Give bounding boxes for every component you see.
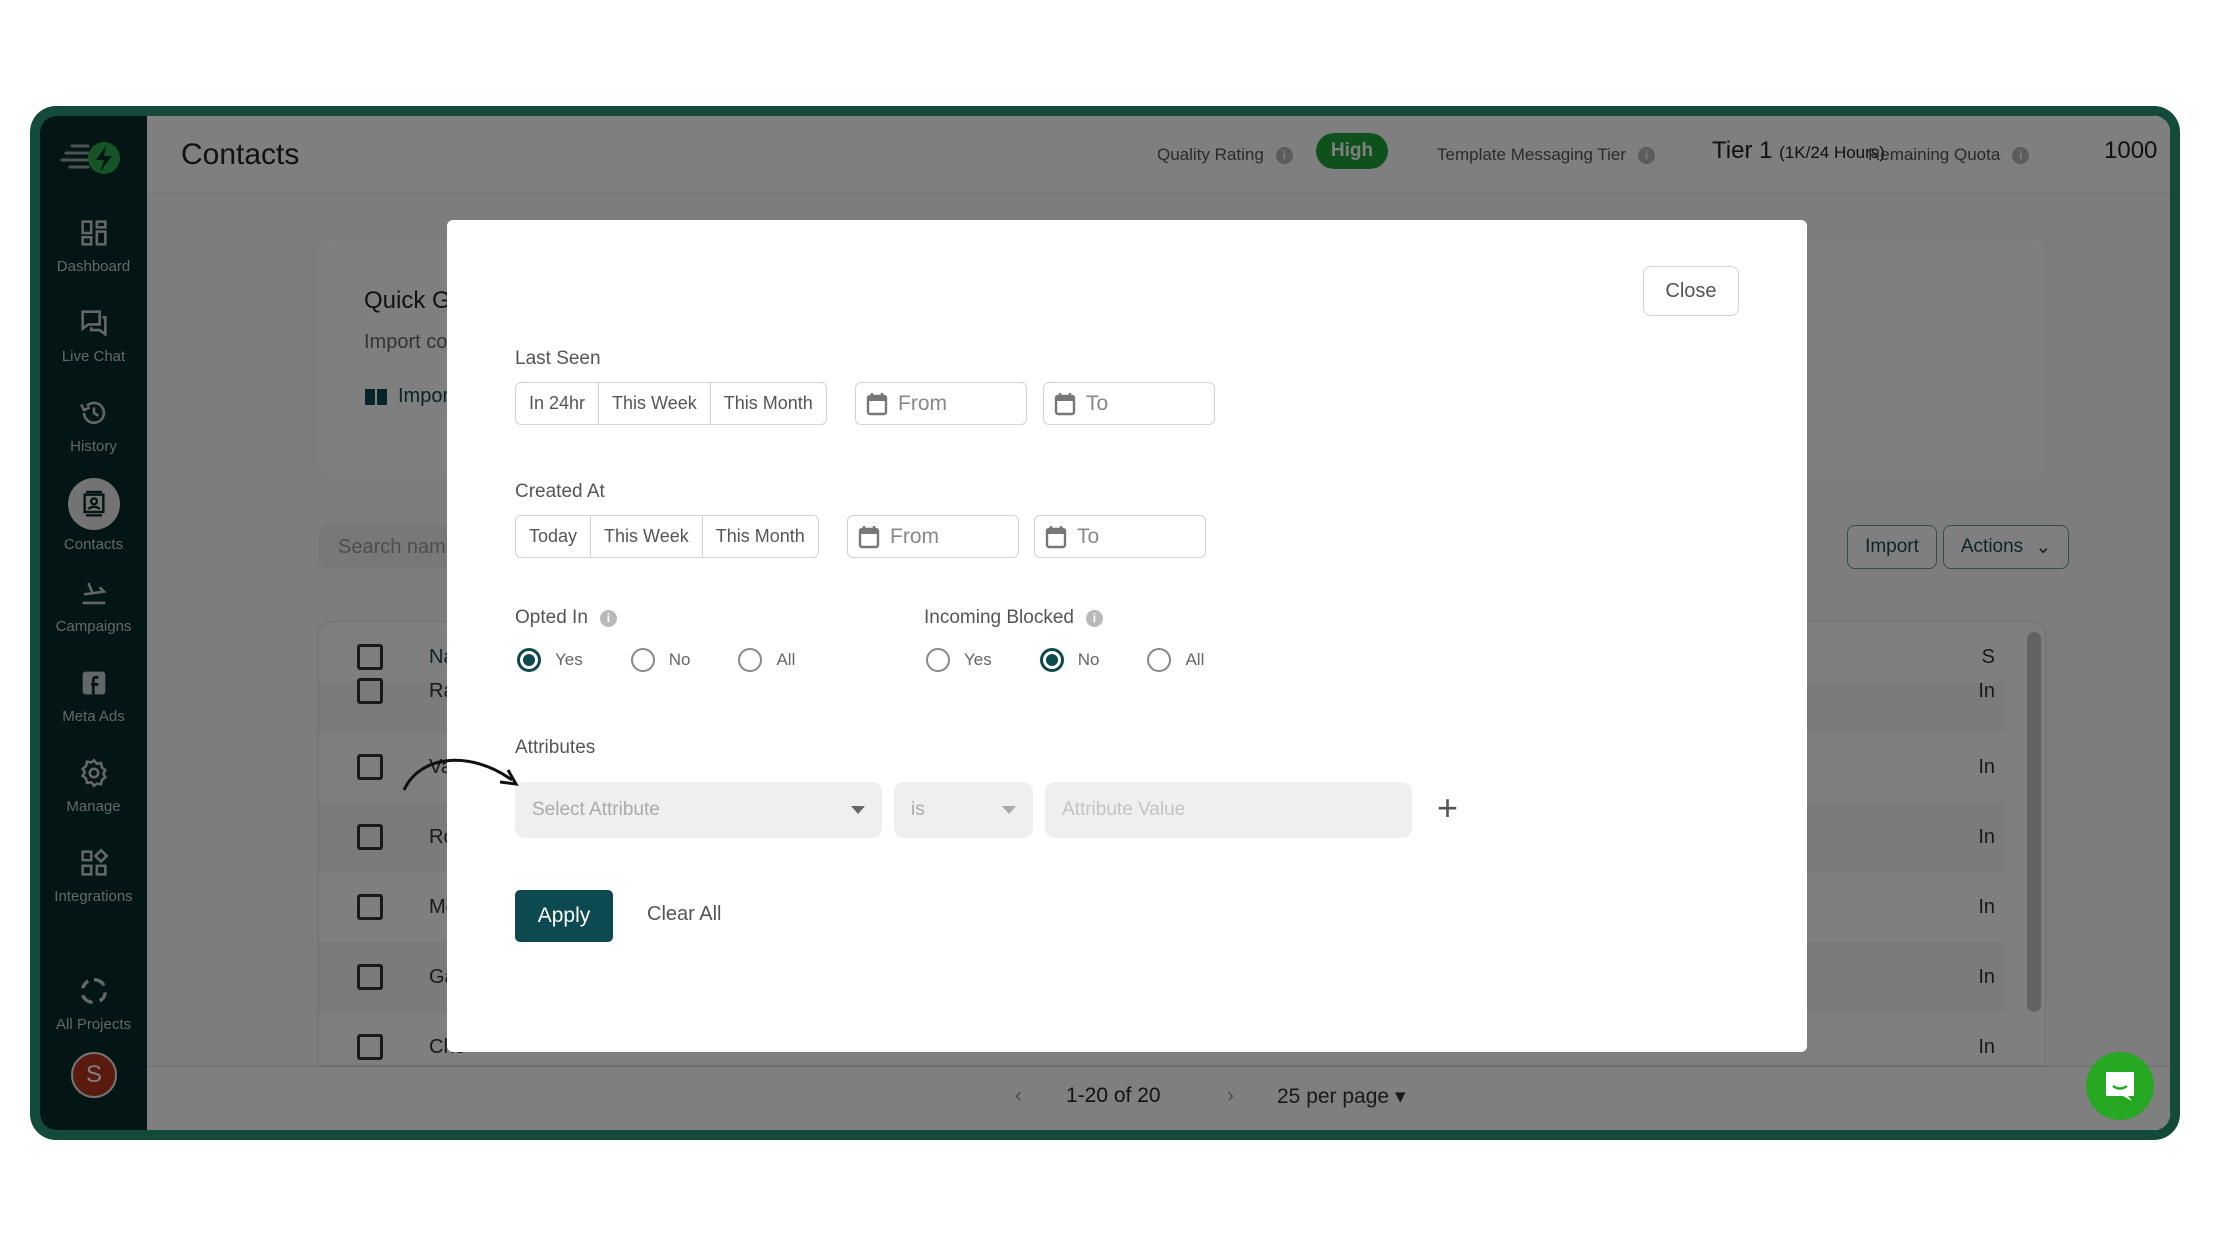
close-button[interactable]: Close [1643, 266, 1739, 316]
last-seen-label: Last Seen [515, 348, 601, 369]
chat-bubble-icon [2106, 1072, 2134, 1101]
opted-in-all-radio[interactable]: All [738, 648, 795, 672]
opted-in-radio-group: Yes No All [517, 648, 843, 672]
opted-in-text: Opted In [515, 607, 588, 628]
from-placeholder: From [898, 391, 947, 415]
calendar-icon [858, 525, 880, 548]
annotation-arrow-icon [402, 758, 519, 791]
radio-label: All [776, 650, 796, 669]
incoming-blocked-radio-group: Yes No All [926, 648, 1252, 672]
created-at-label: Created At [515, 481, 605, 502]
info-icon[interactable]: i [1085, 609, 1103, 627]
created-at-from-date[interactable]: From [847, 515, 1019, 558]
info-icon[interactable]: i [599, 609, 617, 627]
opted-in-yes-radio[interactable]: Yes [517, 648, 583, 672]
apply-button[interactable]: Apply [515, 890, 613, 942]
select-attribute-placeholder: Select Attribute [532, 799, 660, 820]
preset-this-month[interactable]: This Month [711, 383, 826, 424]
preset-this-week[interactable]: This Week [591, 516, 703, 557]
created-at-to-date[interactable]: To [1034, 515, 1206, 558]
last-seen-from-date[interactable]: From [855, 382, 1027, 425]
filter-modal: Close Last Seen In 24hr This Week This M… [447, 220, 1807, 1052]
opted-in-label: Opted In i [515, 607, 617, 629]
calendar-icon [1045, 525, 1067, 548]
incoming-blocked-no-radio[interactable]: No [1039, 648, 1100, 672]
preset-in-24hr[interactable]: In 24hr [516, 383, 600, 424]
incoming-blocked-label: Incoming Blocked i [924, 607, 1103, 629]
clear-all-button[interactable]: Clear All [647, 903, 721, 926]
opted-in-no-radio[interactable]: No [630, 648, 691, 672]
chat-launcher-button[interactable] [2086, 1052, 2154, 1120]
created-at-presets: Today This Week This Month [515, 515, 819, 558]
last-seen-presets: In 24hr This Week This Month [515, 382, 827, 425]
operator-value: is [911, 799, 925, 820]
select-attribute-dropdown[interactable]: Select Attribute [515, 782, 882, 838]
incoming-blocked-all-radio[interactable]: All [1147, 648, 1204, 672]
preset-this-month[interactable]: This Month [703, 516, 818, 557]
preset-this-week[interactable]: This Week [599, 383, 711, 424]
from-placeholder: From [890, 524, 939, 548]
attributes-label: Attributes [515, 737, 596, 758]
calendar-icon [866, 392, 888, 415]
radio-label: Yes [964, 650, 992, 669]
caret-down-icon [851, 806, 865, 814]
to-placeholder: To [1077, 524, 1100, 548]
preset-today[interactable]: Today [516, 516, 592, 557]
radio-label: No [1077, 650, 1100, 669]
radio-label: All [1185, 650, 1205, 669]
to-placeholder: To [1086, 391, 1109, 415]
operator-dropdown[interactable]: is [894, 782, 1033, 838]
add-attribute-button[interactable]: + [1437, 790, 1458, 826]
attribute-value-input[interactable]: Attribute Value [1045, 782, 1412, 838]
radio-label: No [668, 650, 691, 669]
calendar-icon [1054, 392, 1076, 415]
incoming-blocked-text: Incoming Blocked [924, 607, 1074, 628]
radio-label: Yes [555, 650, 583, 669]
incoming-blocked-yes-radio[interactable]: Yes [926, 648, 992, 672]
caret-down-icon [1002, 806, 1016, 814]
last-seen-to-date[interactable]: To [1043, 382, 1215, 425]
